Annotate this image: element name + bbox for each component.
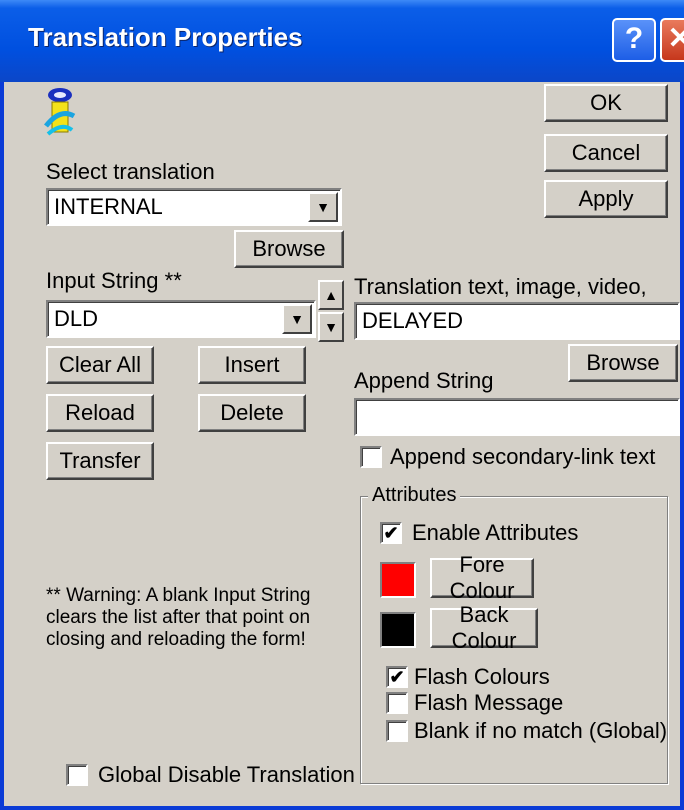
cancel-button[interactable]: Cancel xyxy=(544,134,668,172)
warning-line: ** Warning: A blank Input String xyxy=(46,585,311,606)
select-translation-dropdown[interactable]: INTERNAL ▼ xyxy=(46,188,342,226)
append-secondary-checkbox[interactable] xyxy=(360,446,382,468)
append-secondary-label: Append secondary-link text xyxy=(390,444,656,469)
blank-if-no-match-label: Blank if no match (Global) xyxy=(414,718,668,743)
insert-button[interactable]: Insert xyxy=(198,346,306,384)
clear-all-button[interactable]: Clear All xyxy=(46,346,154,384)
browse-translation-button[interactable]: Browse xyxy=(234,230,344,268)
flash-message-label: Flash Message xyxy=(414,690,564,715)
dialog-body: OK Cancel Apply Select translation INTER… xyxy=(4,82,680,806)
chevron-down-icon[interactable]: ▼ xyxy=(282,304,312,334)
translation-text-label: Translation text, image, video, xyxy=(354,274,647,299)
flash-colours-label: Flash Colours xyxy=(414,664,550,689)
window-title: Translation Properties xyxy=(28,22,303,52)
flash-colours-checkbox[interactable]: ✔ xyxy=(386,666,408,688)
translation-properties-dialog: Translation Properties ? ✕ OK Cancel App… xyxy=(0,0,684,810)
blank-if-no-match-checkbox[interactable] xyxy=(386,720,408,742)
fore-colour-button[interactable]: Fore Colour xyxy=(430,552,534,603)
append-string-label: Append String xyxy=(354,368,494,393)
arrow-up-icon[interactable]: ▲ xyxy=(318,280,344,310)
fore-colour-swatch xyxy=(380,562,416,598)
close-button[interactable]: ✕ xyxy=(660,18,684,62)
back-colour-button[interactable]: Back Colour xyxy=(430,602,538,653)
input-string-value: DLD xyxy=(54,306,99,331)
back-colour-swatch xyxy=(380,612,416,648)
enable-attributes-checkbox[interactable]: ✔ xyxy=(380,522,402,544)
title-bar[interactable]: Translation Properties ? ✕ xyxy=(0,0,684,82)
global-disable-label: Global Disable Translation xyxy=(98,762,355,787)
delete-button[interactable]: Delete xyxy=(198,394,306,432)
enable-attributes-label: Enable Attributes xyxy=(412,520,579,545)
input-string-label: Input String ** xyxy=(46,268,182,293)
ok-button[interactable]: OK xyxy=(544,84,668,122)
select-translation-label: Select translation xyxy=(46,159,215,184)
input-string-dropdown[interactable]: DLD ▼ xyxy=(46,300,316,338)
translation-text-input[interactable]: DELAYED xyxy=(354,302,680,340)
translation-figure-icon xyxy=(44,88,76,136)
warning-text: ** Warning: A blank Input String clears … xyxy=(46,585,346,651)
global-disable-checkbox[interactable] xyxy=(66,764,88,786)
warning-line: closing and reloading the form! xyxy=(46,629,306,650)
attributes-group-label: Attributes xyxy=(368,484,461,507)
flash-message-checkbox[interactable] xyxy=(386,692,408,714)
apply-button[interactable]: Apply xyxy=(544,180,668,218)
append-string-input[interactable] xyxy=(354,398,680,436)
browse-append-button[interactable]: Browse xyxy=(568,344,678,382)
select-translation-value: INTERNAL xyxy=(54,194,163,219)
arrow-down-icon[interactable]: ▼ xyxy=(318,312,344,342)
chevron-down-icon[interactable]: ▼ xyxy=(308,192,338,222)
reload-button[interactable]: Reload xyxy=(46,394,154,432)
warning-line: clears the list after that point on xyxy=(46,607,311,628)
transfer-button[interactable]: Transfer xyxy=(46,442,154,480)
help-button[interactable]: ? xyxy=(612,18,656,62)
